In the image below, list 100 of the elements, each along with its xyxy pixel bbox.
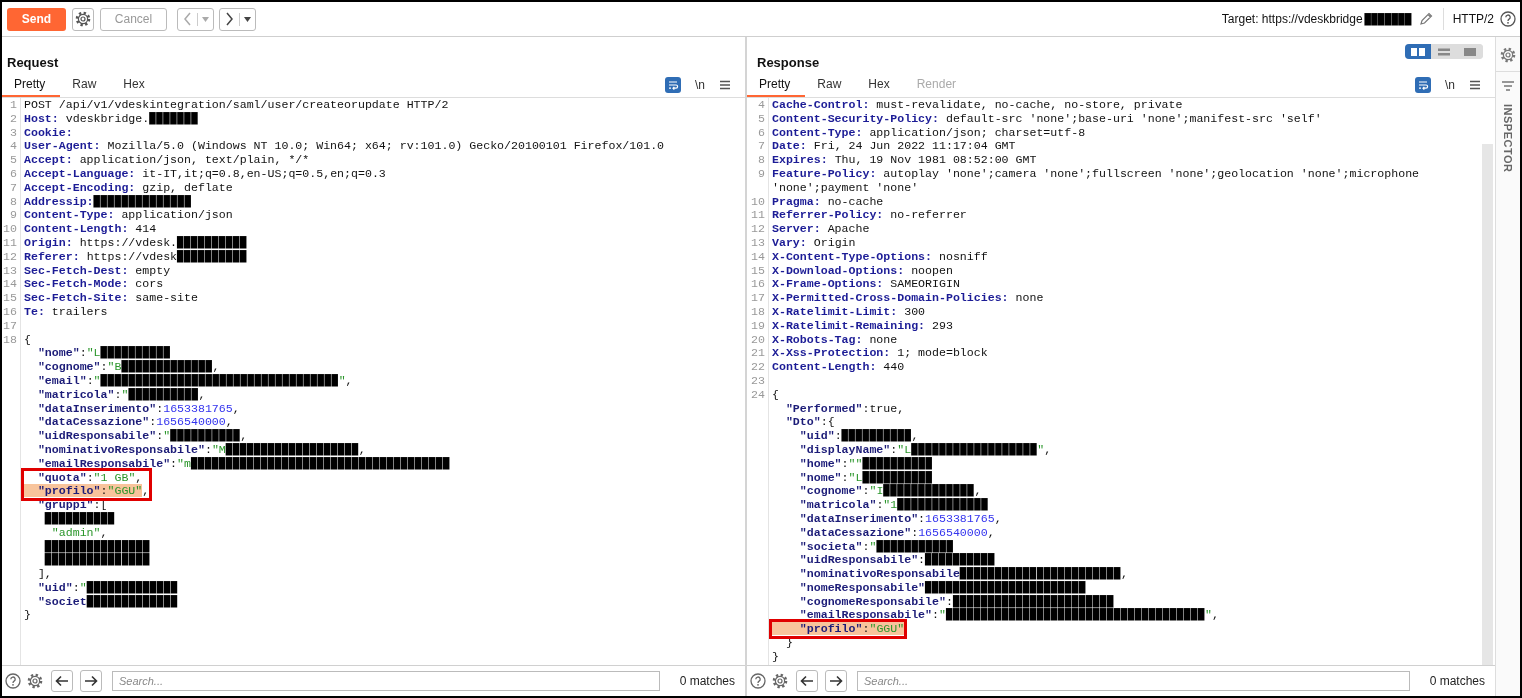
code-text: X-Robots-Tag: none — [772, 332, 898, 347]
code-text: "dataInserimento":1653381765, — [36, 401, 240, 416]
redacted-text: ██████████ — [177, 249, 248, 264]
settings-icon[interactable] — [26, 672, 44, 690]
code-text: Te: trailers — [24, 304, 108, 319]
code-text: "nome":"L — [798, 470, 863, 484]
line-number: 10 — [3, 222, 17, 236]
code-text: Accept-Language: it-IT,it;q=0.8,en-US;q=0.5,en;q=0.3 — [24, 167, 386, 181]
code-text: { — [772, 387, 779, 402]
code-text: "Dto":{ — [784, 415, 835, 430]
menu-icon[interactable] — [1469, 79, 1481, 91]
code-text: , — [198, 387, 206, 402]
previous-button[interactable] — [796, 670, 818, 692]
code-text: Accept-Encoding: gzip, deflate — [24, 180, 233, 195]
redacted-text: ███████████████████ — [225, 442, 359, 456]
code-text: X-Frame-Options: SAMEORIGIN — [772, 277, 960, 292]
code-text: , — [212, 360, 220, 374]
code-text: "Performed":true, — [784, 401, 905, 416]
code-text: "matricola":" — [36, 387, 129, 402]
line-number: 13 — [3, 263, 17, 277]
line-number: 18 — [751, 304, 765, 318]
search-field[interactable]: Search... — [112, 671, 660, 691]
code-text: "quota":"1 GB", — [36, 470, 143, 485]
forward-button[interactable] — [219, 7, 256, 31]
arrow-left-icon — [799, 673, 815, 689]
code-text: Vary: Origin — [772, 235, 856, 250]
tab[interactable]: Hex — [111, 73, 160, 97]
help-icon[interactable] — [1500, 11, 1516, 27]
tab[interactable]: Raw — [60, 73, 112, 97]
arrow-left-icon — [54, 673, 70, 689]
protocol-label[interactable]: HTTP/2 — [1452, 12, 1494, 26]
line-number: 7 — [10, 180, 17, 194]
redacted-text: ███████ — [1364, 12, 1412, 26]
newline-toggle[interactable]: \n — [695, 78, 705, 92]
redacted-text: ██████████████████████████████████ — [100, 373, 339, 387]
inspector-tab[interactable]: INSPECTOR — [1502, 104, 1514, 173]
line-number: 24 — [751, 387, 765, 401]
line-number: 9 — [758, 167, 765, 180]
chevron-right-icon — [224, 11, 234, 27]
pencil-icon[interactable] — [1417, 11, 1434, 27]
line-number: 6 — [758, 125, 765, 139]
next-button[interactable] — [80, 670, 102, 692]
scrollbar[interactable] — [1482, 144, 1493, 665]
line-number: 15 — [3, 291, 17, 305]
redacted-text: ██████████ — [44, 511, 115, 526]
code-text: "nominativoResponsabile — [798, 567, 960, 581]
caret-icon — [202, 16, 209, 22]
code-text: User-Agent: Mozilla/5.0 (Windows NT 10.0; Win64; x64; rv:101.0) Gecko/20100101 Firefox/101.0 — [24, 139, 665, 154]
text-wrap-icon[interactable] — [1415, 77, 1431, 93]
code-text: ], — [36, 567, 52, 581]
tab[interactable]: Pretty — [747, 73, 806, 97]
code-text: "dataCessazione":1656540000, — [36, 415, 233, 429]
line-number: 8 — [758, 153, 765, 167]
tab[interactable]: Raw — [805, 73, 857, 97]
line-number: 17 — [751, 291, 765, 305]
redacted-text: █████████████████████████████████████ — [945, 608, 1206, 623]
code-text: "displayName":"L — [798, 442, 912, 456]
code-text: Referer: https://vdesk — [24, 249, 178, 264]
line-number: 12 — [3, 249, 17, 263]
code-text: Cache-Control: must-revalidate, no-cache, no-store, private — [772, 98, 1183, 112]
previous-button[interactable] — [51, 670, 73, 692]
text-wrap-icon[interactable] — [665, 77, 681, 93]
redacted-text: ██████████████ — [93, 194, 192, 209]
tab[interactable]: Pretty — [2, 73, 61, 97]
redacted-text: █████████████ — [86, 594, 178, 609]
settings-icon[interactable] — [1500, 47, 1516, 63]
tab[interactable]: Hex — [856, 73, 905, 97]
code-text: 'none';payment 'none' — [772, 180, 919, 195]
line-number: 1 — [10, 98, 17, 111]
line-number: 23 — [751, 373, 765, 387]
chevron-left-icon — [182, 11, 192, 27]
line-number: 9 — [10, 208, 17, 222]
redacted-text: ███████████████████████ — [925, 580, 1087, 594]
redacted-text: ███████████████ — [44, 539, 150, 554]
filter-icon[interactable] — [1501, 80, 1515, 92]
code-text: ", — [1037, 442, 1052, 457]
code-text: Server: Apache — [772, 222, 870, 236]
settings-icon[interactable] — [771, 672, 789, 690]
line-number: 14 — [3, 277, 17, 291]
settings-button[interactable] — [72, 7, 94, 31]
line-number: 8 — [10, 194, 17, 208]
match-count: 0 matches — [679, 674, 735, 688]
layout-button[interactable] — [1405, 44, 1431, 59]
line-number: 18 — [3, 332, 17, 346]
code-text: POST /api/v1/vdeskintegration/saml/user/createorupdate HTTP/2 — [24, 98, 449, 112]
help-icon[interactable] — [749, 672, 767, 690]
redacted-text: █████████████ — [883, 484, 975, 498]
columns-icon — [1410, 45, 1426, 58]
newline-toggle[interactable]: \n — [1445, 78, 1455, 92]
menu-icon[interactable] — [719, 79, 731, 91]
settings-icon — [75, 11, 91, 27]
redacted-text: █████████████ — [897, 498, 989, 512]
next-button[interactable] — [825, 670, 847, 692]
line-number: 13 — [751, 235, 765, 249]
line-number: 15 — [751, 263, 765, 277]
line-number: 16 — [751, 277, 765, 291]
line-number: 14 — [751, 249, 765, 263]
arrow-right-icon — [83, 673, 99, 689]
help-icon[interactable] — [4, 672, 22, 690]
search-field[interactable]: Search... — [857, 671, 1410, 691]
